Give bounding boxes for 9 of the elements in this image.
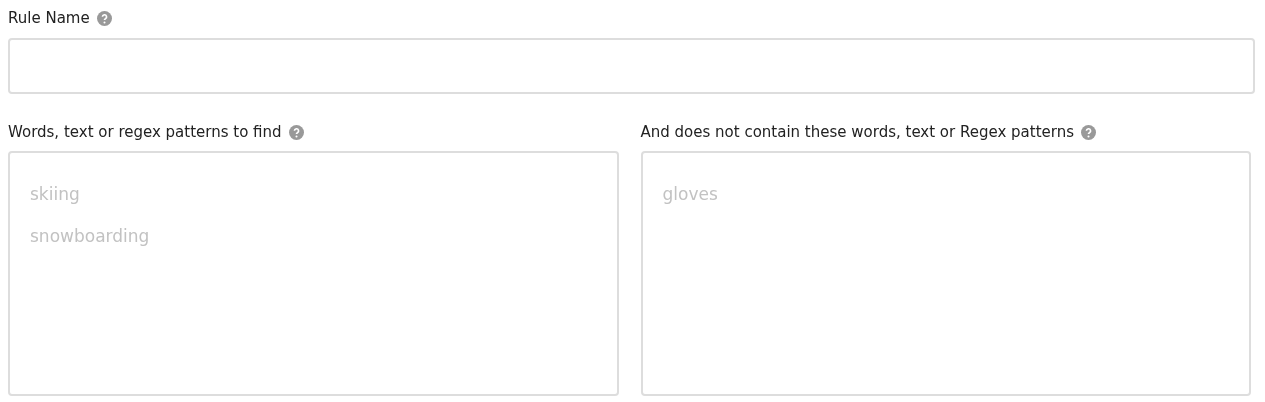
patterns-field[interactable]: skiing snowboarding — [8, 151, 619, 396]
help-icon[interactable] — [96, 10, 112, 26]
help-icon[interactable] — [288, 124, 304, 140]
field-label: And does not contain these words, text or Regex patterns — [640, 123, 1075, 141]
field-label: Words, text or regex patterns to find — [8, 123, 282, 141]
field-label: Rule Name — [8, 9, 90, 27]
rule-name-field[interactable] — [8, 38, 1255, 94]
patterns-field[interactable]: gloves — [640, 151, 1251, 396]
help-icon[interactable] — [1081, 124, 1097, 140]
